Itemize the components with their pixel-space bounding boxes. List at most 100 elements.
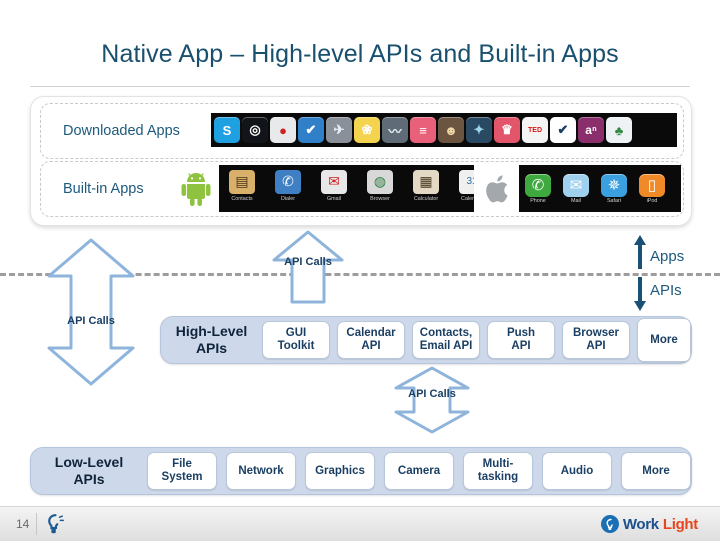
angry-birds-app-icon[interactable]: ● (270, 117, 296, 143)
push-api-chip-label: Push API (506, 327, 536, 352)
dialer-app-icon-glyph: ✆ (275, 169, 301, 194)
audible-app-icon[interactable]: aⁿ (578, 117, 604, 143)
apps-up-arrow (632, 234, 648, 275)
fish-app-icon[interactable]: ✦ (466, 117, 492, 143)
worklight-logo: Work Light (595, 512, 704, 536)
builtin-apps-label: Built-in Apps (63, 181, 144, 197)
ipod-app-icon-label: iPod (646, 197, 658, 204)
ted-app-icon[interactable]: TED (522, 117, 548, 143)
graphics-chip[interactable]: Graphics (305, 452, 375, 490)
gmail-app-icon-label: Gmail (326, 195, 342, 202)
more-low-level-chip[interactable]: More (621, 452, 691, 490)
ipod-app-icon-glyph: ▯ (639, 173, 665, 197)
multitasking-chip-label: Multi-tasking (477, 458, 519, 483)
calendar-api-chip-label: Calendar API (346, 327, 396, 352)
audio-chip-label: Audio (560, 464, 594, 477)
mail-app-icon[interactable]: ✉ Mail (561, 173, 591, 204)
gmail-app-icon-glyph: ✉ (321, 169, 347, 194)
ios-apps-icon-strip: ✆ Phone ✉ Mail ✵ Safari ▯ iPod (519, 165, 681, 212)
apis-label: APIs (650, 282, 682, 299)
slide-canvas: Native App – High-level APIs and Built-i… (0, 0, 720, 541)
apps-label: Apps (650, 248, 685, 265)
network-chip-label: Network (238, 464, 284, 477)
push-api-chip[interactable]: Push API (487, 321, 555, 359)
checkmark-app-icon[interactable]: ✔ (550, 117, 576, 143)
downloaded-apps-label: Downloaded Apps (63, 123, 180, 139)
contacts-app-icon[interactable]: ▤ Contacts (222, 169, 262, 209)
network-chip[interactable]: Network (226, 452, 296, 490)
high-level-apis-title-line1: High-Level (175, 323, 248, 339)
sims-app-icon[interactable]: ♣ (606, 117, 632, 143)
restroom-app-icon[interactable]: ♛ (494, 117, 520, 143)
footer-divider (36, 513, 37, 535)
calendar-app-icon-glyph: 31 (459, 169, 474, 194)
worklight-logo-light: Light (662, 515, 698, 533)
title-divider (30, 86, 690, 87)
left-api-calls-arrow (45, 238, 137, 386)
calculator-app-icon-label: Calculator (413, 195, 439, 202)
high-level-apis-title: High-Level APIs (161, 323, 262, 357)
stripes-app-icon[interactable]: ≡ (410, 117, 436, 143)
calendar-app-icon-label: Calendar (461, 195, 474, 202)
contacts-app-icon-glyph: ▤ (229, 169, 255, 194)
low-level-apis-band: Low-Level APIs File System Network Graphics… (30, 447, 692, 495)
apps-panel: Downloaded Apps S ◎ ● ✔ ✈ ❀ 〰 ≡ ☻ ✦ ♛ TED ✔ aⁿ ♣ Built… (30, 96, 692, 226)
browser-api-chip-label: Browser API (572, 327, 620, 352)
calendar-app-icon[interactable]: 31Calendar (452, 169, 474, 209)
worklight-logo-work: Work (622, 515, 659, 533)
phone-app-icon-glyph: ✆ (525, 173, 551, 197)
middle-api-calls-line1: API Calls (408, 388, 456, 400)
safari-app-icon-label: Safari (606, 197, 622, 204)
character-app-icon[interactable]: ☻ (438, 117, 464, 143)
downloaded-apps-row: Downloaded Apps S ◎ ● ✔ ✈ ❀ 〰 ≡ ☻ ✦ ♛ TED ✔ aⁿ ♣ (40, 103, 684, 159)
file-system-chip[interactable]: File System (147, 452, 217, 490)
dialer-app-icon[interactable]: ✆ Dialer (268, 169, 308, 209)
audio-chip[interactable]: Audio (542, 452, 612, 490)
left-api-calls-label: API Calls (45, 315, 137, 328)
middle-api-calls-label: API Calls (392, 388, 472, 401)
mail-app-icon-label: Mail (571, 197, 581, 204)
contacts-email-api-chip-label: Contacts, Email API (419, 327, 473, 352)
high-level-apis-band: High-Level APIs GUI Toolkit Calendar API Con… (160, 316, 692, 364)
phone-app-icon-label: Phone (530, 197, 546, 204)
more-high-level-chip[interactable]: More (637, 318, 691, 362)
slide-footer: 14 Work Light (0, 506, 720, 541)
builtin-apps-row: Built-in Apps ▤ Contacts ✆ Dialer ✉ Gmail ◍ Bro… (40, 161, 684, 217)
tasks-app-icon[interactable]: ✔ (298, 117, 324, 143)
gmail-app-icon[interactable]: ✉ Gmail (314, 169, 354, 209)
shazam-app-icon[interactable]: ◎ (242, 117, 268, 143)
android-robot-logo (179, 171, 213, 207)
more-low-level-chip-label: More (642, 464, 670, 477)
multitasking-chip[interactable]: Multi-tasking (463, 452, 533, 490)
high-level-apis-title-line2: APIs (195, 340, 228, 356)
ipod-app-icon[interactable]: ▯ iPod (637, 173, 667, 204)
low-level-apis-title-line2: APIs (73, 471, 105, 487)
top-api-calls-line1: API Calls (284, 256, 332, 268)
apple-logo (481, 172, 513, 206)
flight-app-icon[interactable]: ✈ (326, 117, 352, 143)
browser-app-icon-label: Browser (370, 195, 390, 202)
calendar-api-chip[interactable]: Calendar API (337, 321, 405, 359)
more-high-level-chip-label: More (650, 333, 678, 346)
file-system-chip-label: File System (161, 458, 203, 483)
whale-app-icon[interactable]: 〰 (382, 117, 408, 143)
mail-app-icon-glyph: ✉ (563, 173, 589, 197)
camera-chip[interactable]: Camera (384, 452, 454, 490)
low-level-apis-title: Low-Level APIs (31, 454, 147, 488)
gui-toolkit-chip[interactable]: GUI Toolkit (262, 321, 330, 359)
browser-app-icon[interactable]: ◍ Browser (360, 169, 400, 209)
contacts-email-api-chip[interactable]: Contacts, Email API (412, 321, 480, 359)
top-api-calls-label: API Calls (272, 256, 344, 269)
phone-app-icon[interactable]: ✆ Phone (523, 173, 553, 204)
skype-app-icon[interactable]: S (214, 117, 240, 143)
safari-app-icon[interactable]: ✵ Safari (599, 173, 629, 204)
worklight-badge-icon (600, 515, 619, 533)
page-title: Native App – High-level APIs and Built-i… (101, 40, 619, 68)
calculator-app-icon[interactable]: ▦ Calculator (406, 169, 446, 209)
bubbles-app-icon[interactable]: ❀ (354, 117, 380, 143)
page-number: 14 (16, 517, 30, 531)
contacts-app-icon-label: Contacts (231, 195, 253, 202)
dialer-app-icon-label: Dialer (280, 195, 296, 202)
gui-toolkit-chip-label: GUI Toolkit (277, 327, 315, 352)
browser-api-chip[interactable]: Browser API (562, 321, 630, 359)
